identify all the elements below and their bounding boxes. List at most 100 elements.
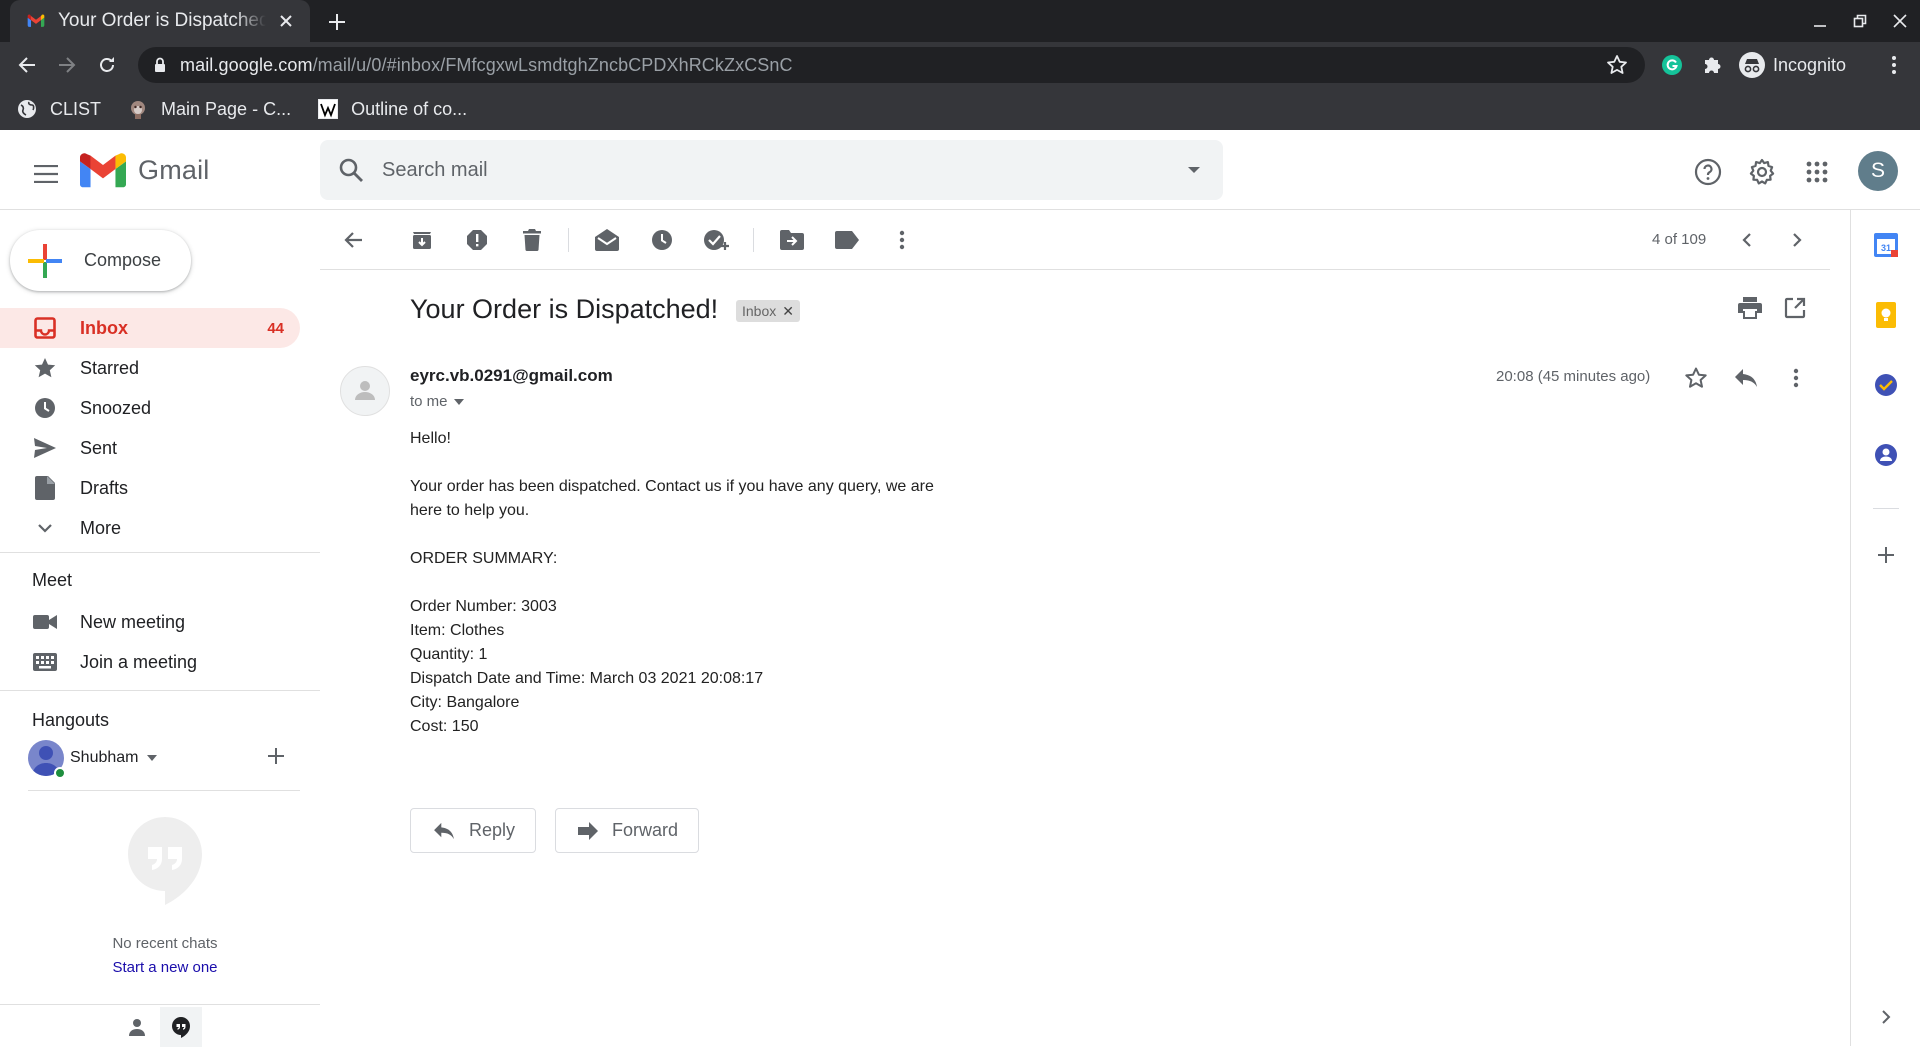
- bookmark-label: Main Page - C...: [161, 98, 292, 119]
- sidebar-nav: Inbox 44 Starred Snoozed Sent Drafts Mor…: [0, 308, 300, 548]
- reload-icon[interactable]: [93, 51, 121, 79]
- clock-icon: [32, 395, 58, 421]
- order-summary-title: ORDER SUMMARY:: [410, 550, 558, 567]
- forward-icon[interactable]: [53, 51, 81, 79]
- search-bar[interactable]: [320, 140, 1223, 200]
- new-tab-icon[interactable]: [324, 9, 350, 35]
- forward-label: Forward: [612, 820, 679, 840]
- search-icon[interactable]: [338, 157, 364, 183]
- label-tag-icon[interactable]: [832, 225, 862, 255]
- archive-icon[interactable]: [407, 225, 437, 255]
- sidebar-item-inbox[interactable]: Inbox 44: [0, 308, 300, 348]
- join-meeting-item[interactable]: Join a meeting: [32, 649, 197, 675]
- toolbar-separator: [753, 228, 754, 252]
- older-chevron-right-icon[interactable]: [1782, 225, 1812, 255]
- open-new-window-icon[interactable]: [1784, 297, 1806, 319]
- report-spam-icon[interactable]: [462, 225, 492, 255]
- new-meeting-item[interactable]: New meeting: [32, 609, 185, 635]
- main-menu-icon[interactable]: [22, 150, 70, 198]
- bookmark-star-icon[interactable]: [1605, 53, 1629, 77]
- browser-toolbar: mail.google.com/mail/u/0/#inbox/FMfcgxwL…: [0, 42, 1920, 88]
- order-dispatch-time: Dispatch Date and Time: March 03 2021 20…: [410, 670, 764, 687]
- hangouts-username: Shubham: [70, 749, 139, 766]
- sender-email[interactable]: eyrc.vb.0291@gmail.com: [410, 366, 613, 386]
- caret-down-icon[interactable]: [146, 755, 157, 761]
- hangouts-quote-bubble-icon: [126, 815, 204, 907]
- add-to-tasks-icon[interactable]: [702, 225, 732, 255]
- gmail-logo[interactable]: Gmail: [80, 152, 210, 188]
- svg-text:31: 31: [1881, 243, 1891, 253]
- delete-trash-icon[interactable]: [517, 225, 547, 255]
- minimize-icon[interactable]: [1800, 0, 1840, 42]
- incognito-label: Incognito: [1773, 54, 1847, 75]
- recipient-details-caret-icon[interactable]: [453, 398, 464, 405]
- chrome-menu-icon[interactable]: [1880, 51, 1908, 79]
- hangouts-chat-icon[interactable]: [160, 1007, 202, 1047]
- wikipedia-icon: [317, 98, 339, 120]
- globe-icon: [16, 98, 38, 120]
- order-quantity: Quantity: 1: [410, 646, 488, 663]
- body-intro-line: Your order has been dispatched. Contact …: [410, 478, 934, 495]
- sidebar-item-label: More: [80, 517, 122, 538]
- message-more-options-icon[interactable]: [1780, 362, 1812, 394]
- star-message-icon[interactable]: [1680, 362, 1712, 394]
- contacts-icon[interactable]: [1871, 440, 1901, 470]
- reply-button[interactable]: Reply: [410, 808, 537, 853]
- snooze-clock-icon[interactable]: [647, 225, 677, 255]
- pagination-count: 4 of 109: [1652, 231, 1707, 248]
- get-addons-plus-icon[interactable]: [1871, 540, 1901, 570]
- start-new-chat-link[interactable]: Start a new one: [0, 959, 330, 976]
- remove-label-close-icon[interactable]: ✕: [782, 303, 794, 320]
- compose-plus-icon: [28, 243, 62, 278]
- apps-grid-icon[interactable]: [1797, 152, 1837, 192]
- tasks-icon[interactable]: [1871, 370, 1901, 400]
- move-to-folder-icon[interactable]: [777, 225, 807, 255]
- search-options-caret-icon[interactable]: [1187, 160, 1201, 180]
- grammarly-icon[interactable]: [1658, 51, 1686, 79]
- message-timestamp: 20:08 (45 minutes ago): [1496, 368, 1651, 385]
- newer-chevron-left-icon[interactable]: [1732, 225, 1762, 255]
- calendar-icon[interactable]: 31: [1871, 230, 1901, 260]
- browser-tab[interactable]: Your Order is Dispatched!: [10, 0, 310, 42]
- contacts-person-icon[interactable]: [116, 1007, 158, 1047]
- reply-arrow-icon[interactable]: [1730, 362, 1762, 394]
- address-bar[interactable]: mail.google.com/mail/u/0/#inbox/FMfcgxwL…: [138, 47, 1645, 83]
- email-body: Hello! Your order has been dispatched. C…: [410, 427, 970, 763]
- incognito-indicator[interactable]: Incognito: [1733, 47, 1858, 83]
- body-intro: Your order has been dispatched. Contact …: [410, 475, 970, 523]
- help-icon[interactable]: [1688, 152, 1728, 192]
- window-close-icon[interactable]: [1880, 0, 1920, 42]
- keep-notes-icon[interactable]: [1871, 300, 1901, 330]
- add-chat-icon[interactable]: [268, 748, 284, 764]
- mark-unread-icon[interactable]: [592, 225, 622, 255]
- send-icon: [32, 435, 58, 461]
- sidebar-item-sent[interactable]: Sent: [0, 428, 300, 468]
- window-controls: [1800, 0, 1920, 42]
- back-icon[interactable]: [13, 51, 41, 79]
- back-to-inbox-icon[interactable]: [338, 225, 368, 255]
- sidebar-item-starred[interactable]: Starred: [0, 348, 300, 388]
- sidebar-item-drafts[interactable]: Drafts: [0, 468, 300, 508]
- inbox-label-chip[interactable]: Inbox ✕: [736, 300, 800, 322]
- account-avatar[interactable]: S: [1858, 151, 1898, 191]
- bookmark-outline[interactable]: Outline of co...: [317, 98, 467, 120]
- forward-button[interactable]: Forward: [555, 808, 700, 853]
- tab-close-icon[interactable]: [274, 9, 298, 33]
- sidebar-item-more[interactable]: More: [0, 508, 300, 548]
- print-all-icon[interactable]: [1738, 297, 1762, 319]
- extensions-puzzle-icon[interactable]: [1698, 51, 1726, 79]
- email-subject: Your Order is Dispatched!: [410, 294, 719, 324]
- hangouts-section-title: Hangouts: [32, 710, 110, 730]
- recipient-line[interactable]: to me: [410, 393, 464, 410]
- compose-button[interactable]: Compose: [10, 230, 191, 291]
- inbox-icon: [32, 315, 58, 341]
- more-options-icon[interactable]: [887, 225, 917, 255]
- bookmark-main-page[interactable]: Main Page - C...: [127, 98, 291, 120]
- sidebar-item-snoozed[interactable]: Snoozed: [0, 388, 300, 428]
- hangouts-user[interactable]: Shubham: [28, 740, 157, 776]
- restore-icon[interactable]: [1840, 0, 1880, 42]
- show-side-panel-chevron-icon[interactable]: [1871, 1002, 1901, 1032]
- search-input[interactable]: [382, 158, 1142, 182]
- settings-gear-icon[interactable]: [1742, 152, 1782, 192]
- bookmark-clist[interactable]: CLIST: [16, 98, 101, 120]
